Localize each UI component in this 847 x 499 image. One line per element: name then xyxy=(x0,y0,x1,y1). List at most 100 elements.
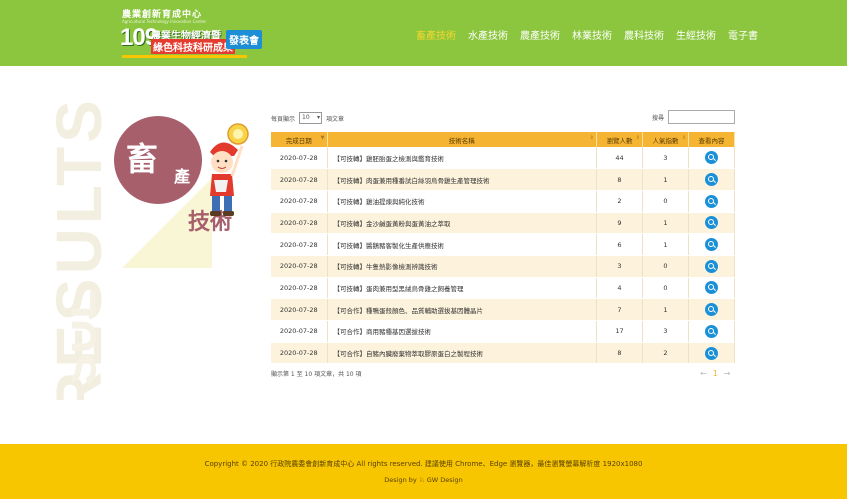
page-number-current[interactable]: 1 xyxy=(713,369,718,378)
next-arrow-icon[interactable]: → xyxy=(724,369,731,378)
row-views: 17 xyxy=(596,320,643,343)
row-date: 2020-07-28 xyxy=(271,190,328,213)
pagination: ← 1 → xyxy=(700,369,731,378)
main-nav: 畜產技術 水產技術 農產技術 林業技術 農科技術 生經技術 電子書 xyxy=(416,27,770,42)
sort-icon: ⇕ xyxy=(589,135,594,141)
search-icon[interactable] xyxy=(705,303,718,317)
site-logo[interactable]: 農業創新育成中心 Agricultural Technology Innovat… xyxy=(120,7,270,59)
row-date: 2020-07-28 xyxy=(271,212,328,235)
col-header-popularity[interactable]: 人氣指數 ⇕ xyxy=(642,132,689,147)
search-icon[interactable] xyxy=(705,238,718,252)
row-tech-name[interactable]: 【可技轉】雞胚胎蛋之檢測與鑑育技術 xyxy=(327,147,597,170)
sort-icon: ⇕ xyxy=(635,135,640,141)
table-row: 2020-07-28 【可技轉】牛隻熱影像檢測辨識技術 3 0 xyxy=(271,255,735,278)
row-views: 2 xyxy=(596,190,643,213)
row-popularity: 0 xyxy=(642,190,689,213)
row-popularity: 1 xyxy=(642,168,689,191)
table-row: 2020-07-28 【可合作】商用豬種基因選拔技術 17 3 xyxy=(271,320,735,343)
search-icon[interactable] xyxy=(705,151,718,165)
row-view-cell xyxy=(688,168,735,191)
row-date: 2020-07-28 xyxy=(271,168,328,191)
category-char-small: 產 xyxy=(174,167,191,186)
table-row: 2020-07-28 【可合作】種鴨蛋殼顏色、品質輔助選拔基因體晶片 7 1 xyxy=(271,298,735,321)
row-views: 8 xyxy=(596,342,643,365)
row-date: 2020-07-28 xyxy=(271,320,328,343)
results-watermark-secondary: SUL xyxy=(72,250,122,400)
row-tech-name[interactable]: 【可合作】種鴨蛋殼顏色、品質輔助選拔基因體晶片 xyxy=(327,298,597,321)
row-views: 44 xyxy=(596,147,643,170)
table-row: 2020-07-28 【可技轉】蛋肉兼用型黑絨烏骨雞之飼養管理 4 0 xyxy=(271,277,735,300)
col-header-view: 查看內容 xyxy=(688,132,735,147)
nav-item-3[interactable]: 林業技術 xyxy=(572,27,612,42)
page-length-select[interactable]: 10 xyxy=(299,112,323,124)
row-tech-name[interactable]: 【可技轉】肉蛋兼用種番試白絲羽烏骨雞生產管理技術 xyxy=(327,168,597,191)
row-tech-name[interactable]: 【可合作】自豬內臟廢棄物萃取膠原蛋白之製程技術 xyxy=(327,342,597,365)
search-label: 搜尋 xyxy=(651,114,664,122)
row-view-cell xyxy=(688,212,735,235)
col-header-popularity-label: 人氣指數 xyxy=(652,136,679,145)
search-icon[interactable] xyxy=(705,281,718,295)
nav-item-5[interactable]: 生經技術 xyxy=(676,27,716,42)
row-view-cell xyxy=(688,233,735,256)
table-row: 2020-07-28 【可技轉】肉蛋兼用種番試白絲羽烏骨雞生產管理技術 8 1 xyxy=(271,168,735,191)
row-view-cell xyxy=(688,342,735,365)
length-suffix: 項文章 xyxy=(326,115,345,123)
mascot-illustration xyxy=(210,123,249,216)
row-views: 9 xyxy=(596,212,643,235)
category-illustration: 畜 產 技術 xyxy=(112,108,262,268)
nav-item-6[interactable]: 電子書 xyxy=(728,27,758,42)
row-popularity: 0 xyxy=(642,255,689,278)
col-header-date[interactable]: 完成日期 ▼ xyxy=(271,132,328,147)
row-tech-name[interactable]: 【可技轉】雞油提煉與純化技術 xyxy=(327,190,597,213)
row-views: 4 xyxy=(596,277,643,300)
row-date: 2020-07-28 xyxy=(271,342,328,365)
search-icon[interactable] xyxy=(705,324,718,338)
row-views: 7 xyxy=(596,298,643,321)
logo-badge: 發表會 xyxy=(226,30,262,49)
logo-title-line2: 綠色科技科研成果 xyxy=(151,39,235,54)
row-tech-name[interactable]: 【可合作】商用豬種基因選拔技術 xyxy=(327,320,597,343)
col-header-views-label: 瀏覽人數 xyxy=(606,136,633,145)
row-date: 2020-07-28 xyxy=(271,147,328,170)
search-icon[interactable] xyxy=(705,216,718,230)
row-popularity: 3 xyxy=(642,147,689,170)
page-length-control: 每頁顯示 10 項文章 xyxy=(271,112,344,124)
search-icon[interactable] xyxy=(705,194,718,208)
row-tech-name[interactable]: 【可技轉】醬鵝豬客製化生產供應技術 xyxy=(327,233,597,256)
nav-item-0[interactable]: 畜產技術 xyxy=(416,27,456,42)
site-header: 農業創新育成中心 Agricultural Technology Innovat… xyxy=(0,0,847,66)
row-views: 6 xyxy=(596,233,643,256)
col-header-date-label: 完成日期 xyxy=(285,136,312,145)
table-info: 顯示第 1 至 10 項文章，共 10 項 xyxy=(271,371,362,378)
length-prefix: 每頁顯示 xyxy=(271,115,296,123)
nav-item-1[interactable]: 水產技術 xyxy=(468,27,508,42)
row-popularity: 1 xyxy=(642,212,689,235)
row-tech-name[interactable]: 【可技轉】金沙鹹蛋黃粉與蛋黃油之萃取 xyxy=(327,212,597,235)
search-icon[interactable] xyxy=(705,346,718,360)
category-char-big: 畜 xyxy=(126,140,159,178)
col-header-views[interactable]: 瀏覽人數 ⇕ xyxy=(596,132,643,147)
footer-copyright: Copyright © 2020 行政院農委會創新育成中心 All rights… xyxy=(204,460,643,468)
sort-desc-icon: ▼ xyxy=(320,135,325,141)
col-header-name-label: 技術名稱 xyxy=(448,136,475,145)
row-view-cell xyxy=(688,255,735,278)
row-tech-name[interactable]: 【可技轉】蛋肉兼用型黑絨烏骨雞之飼養管理 xyxy=(327,277,597,300)
row-date: 2020-07-28 xyxy=(271,298,328,321)
search-icon[interactable] xyxy=(705,173,718,187)
prev-arrow-icon[interactable]: ← xyxy=(700,369,707,378)
nav-item-2[interactable]: 農產技術 xyxy=(520,27,560,42)
watermark-text-secondary: SUL xyxy=(72,289,107,386)
search-control: 搜尋 xyxy=(652,110,735,124)
row-view-cell xyxy=(688,147,735,170)
table-row: 2020-07-28 【可合作】自豬內臟廢棄物萃取膠原蛋白之製程技術 8 2 xyxy=(271,342,735,365)
footer-design-credit[interactable]: Design by ♘ GW Design xyxy=(0,476,847,484)
row-tech-name[interactable]: 【可技轉】牛隻熱影像檢測辨識技術 xyxy=(327,255,597,278)
row-views: 8 xyxy=(596,168,643,191)
row-popularity: 0 xyxy=(642,277,689,300)
search-input[interactable] xyxy=(668,110,735,124)
row-views: 3 xyxy=(596,255,643,278)
row-view-cell xyxy=(688,190,735,213)
col-header-name[interactable]: 技術名稱 ⇕ xyxy=(327,132,597,147)
search-icon[interactable] xyxy=(705,259,718,273)
nav-item-4[interactable]: 農科技術 xyxy=(624,27,664,42)
